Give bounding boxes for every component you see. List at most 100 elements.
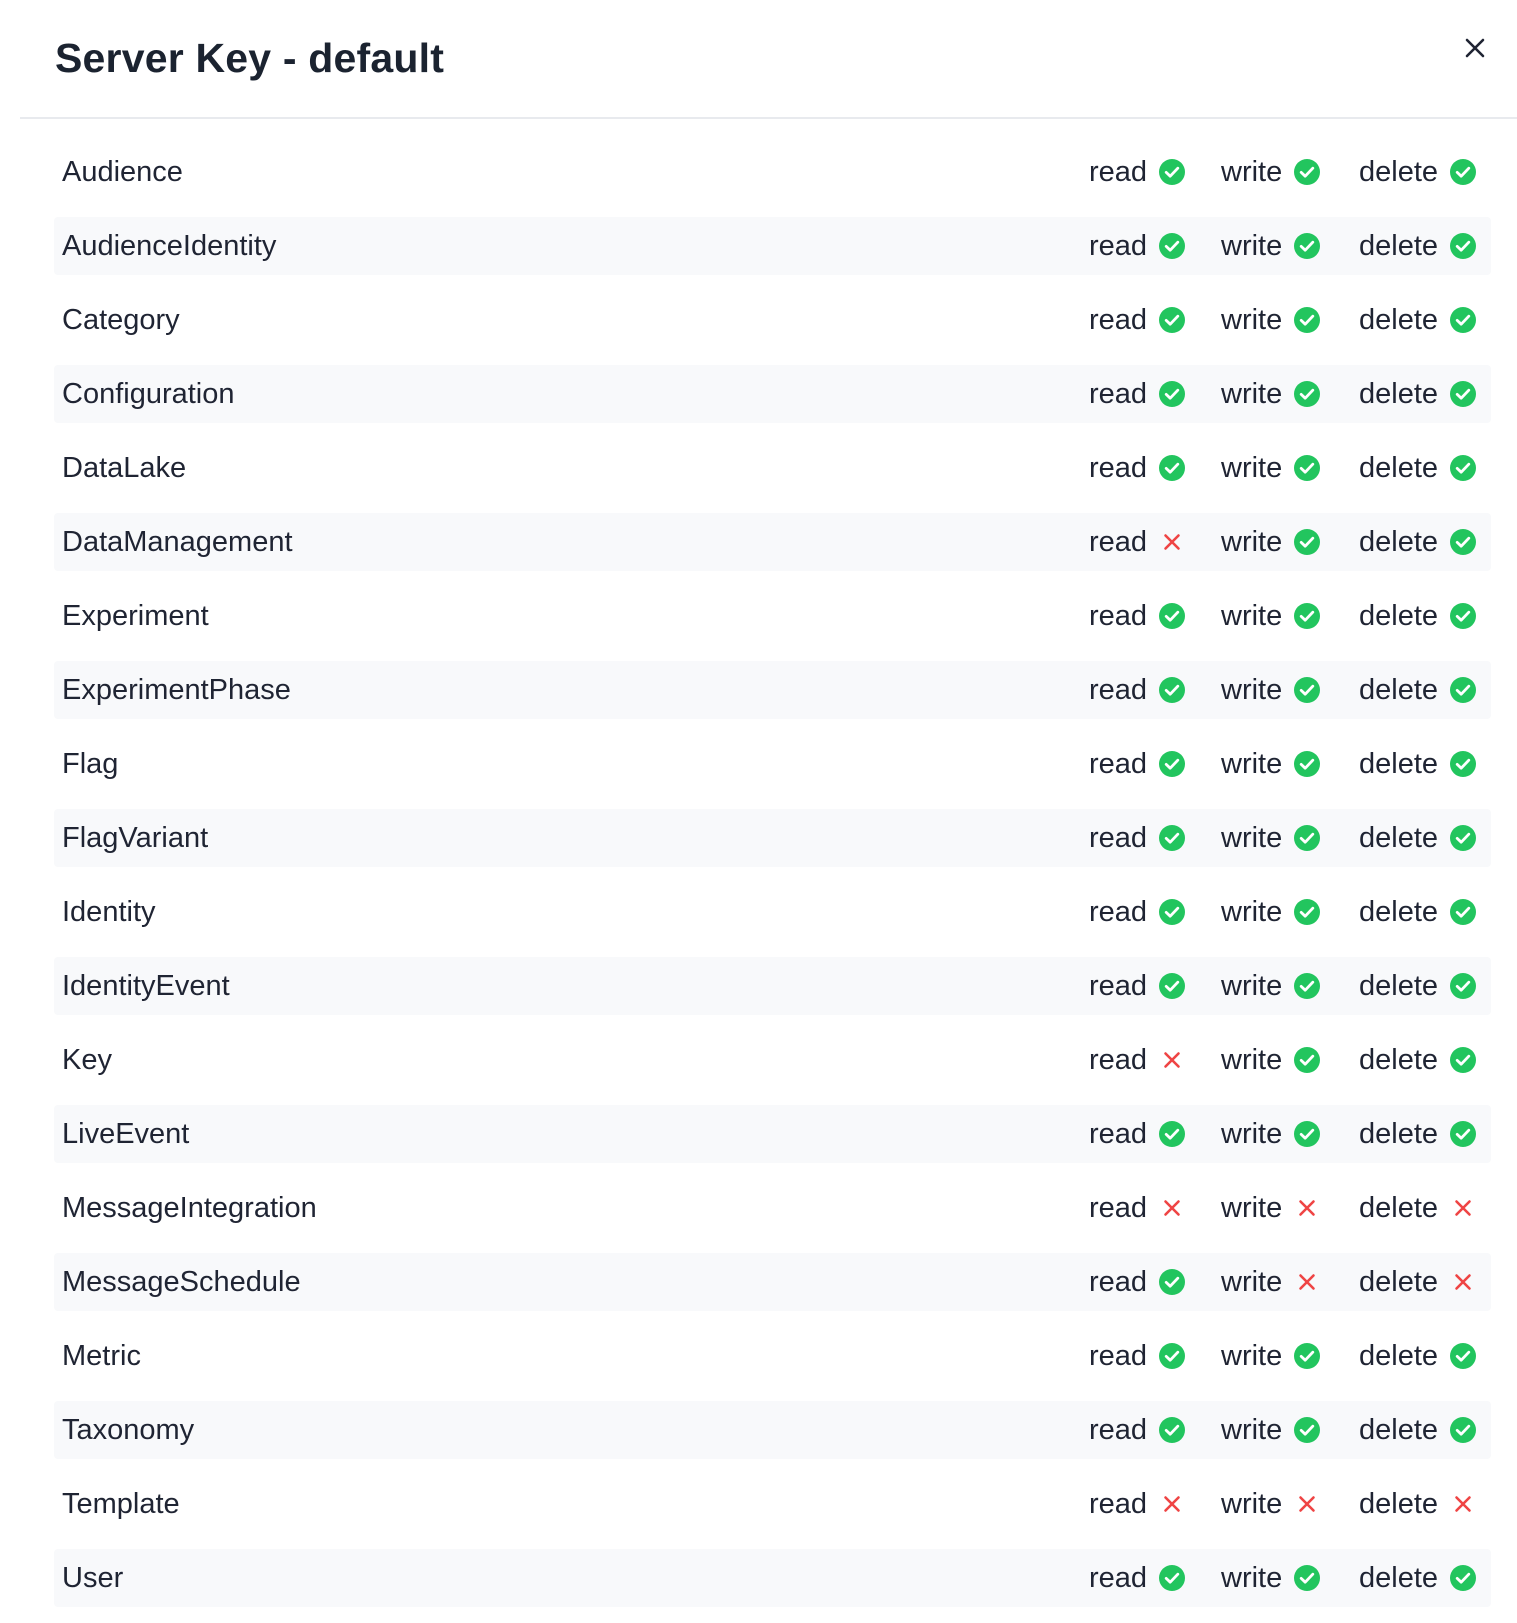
read-label: read bbox=[1089, 1488, 1148, 1520]
resource-name: Experiment bbox=[62, 600, 209, 632]
check-circle-icon bbox=[1158, 898, 1186, 926]
check-circle-icon bbox=[1449, 306, 1477, 334]
read-label: read bbox=[1089, 304, 1148, 336]
delete-permission: delete bbox=[1359, 1179, 1477, 1237]
write-label: write bbox=[1221, 970, 1283, 1002]
read-permission: read bbox=[1089, 1327, 1186, 1385]
delete-label: delete bbox=[1359, 378, 1439, 410]
check-circle-icon bbox=[1449, 898, 1477, 926]
write-permission: write bbox=[1221, 1031, 1321, 1089]
check-circle-icon bbox=[1449, 232, 1477, 260]
delete-label: delete bbox=[1359, 674, 1439, 706]
write-permission: write bbox=[1221, 587, 1321, 645]
read-label: read bbox=[1089, 378, 1148, 410]
delete-permission: delete bbox=[1359, 1401, 1477, 1459]
check-circle-icon bbox=[1158, 454, 1186, 482]
check-circle-icon bbox=[1449, 1416, 1477, 1444]
check-circle-icon bbox=[1293, 602, 1321, 630]
check-circle-icon bbox=[1449, 1564, 1477, 1592]
close-button[interactable] bbox=[1455, 28, 1495, 68]
check-circle-icon bbox=[1449, 676, 1477, 704]
delete-label: delete bbox=[1359, 526, 1439, 558]
cross-icon bbox=[1158, 1194, 1186, 1222]
write-label: write bbox=[1221, 600, 1283, 632]
delete-label: delete bbox=[1359, 970, 1439, 1002]
read-label: read bbox=[1089, 1562, 1148, 1594]
read-label: read bbox=[1089, 600, 1148, 632]
resource-name: User bbox=[62, 1562, 124, 1594]
resource-name: LiveEvent bbox=[62, 1118, 190, 1150]
resource-name: IdentityEvent bbox=[62, 970, 230, 1002]
delete-permission: delete bbox=[1359, 513, 1477, 571]
cross-icon bbox=[1158, 1490, 1186, 1518]
read-label: read bbox=[1089, 1266, 1148, 1298]
write-permission: write bbox=[1221, 1475, 1321, 1533]
write-label: write bbox=[1221, 1414, 1283, 1446]
delete-permission: delete bbox=[1359, 1031, 1477, 1089]
delete-permission: delete bbox=[1359, 291, 1477, 349]
delete-permission: delete bbox=[1359, 735, 1477, 793]
read-label: read bbox=[1089, 452, 1148, 484]
check-circle-icon bbox=[1449, 380, 1477, 408]
permission-row-taxonomy: Taxonomy read write delete bbox=[54, 1401, 1491, 1459]
read-permission: read bbox=[1089, 291, 1186, 349]
check-circle-icon bbox=[1449, 750, 1477, 778]
check-circle-icon bbox=[1293, 306, 1321, 334]
write-permission: write bbox=[1221, 439, 1321, 497]
read-permission: read bbox=[1089, 513, 1186, 571]
check-circle-icon bbox=[1293, 454, 1321, 482]
read-permission: read bbox=[1089, 809, 1186, 867]
check-circle-icon bbox=[1158, 1268, 1186, 1296]
check-circle-icon bbox=[1293, 528, 1321, 556]
delete-permission: delete bbox=[1359, 439, 1477, 497]
cross-icon bbox=[1293, 1268, 1321, 1296]
write-permission: write bbox=[1221, 1253, 1321, 1311]
read-permission: read bbox=[1089, 661, 1186, 719]
read-label: read bbox=[1089, 674, 1148, 706]
write-label: write bbox=[1221, 748, 1283, 780]
read-permission: read bbox=[1089, 1549, 1186, 1607]
delete-label: delete bbox=[1359, 156, 1439, 188]
read-label: read bbox=[1089, 230, 1148, 262]
read-label: read bbox=[1089, 970, 1148, 1002]
check-circle-icon bbox=[1449, 1046, 1477, 1074]
check-circle-icon bbox=[1449, 1342, 1477, 1370]
write-permission: write bbox=[1221, 1105, 1321, 1163]
read-label: read bbox=[1089, 896, 1148, 928]
permission-row-identity: Identity read write delete bbox=[54, 883, 1491, 941]
delete-label: delete bbox=[1359, 748, 1439, 780]
check-circle-icon bbox=[1293, 1046, 1321, 1074]
resource-name: Identity bbox=[62, 896, 156, 928]
delete-permission: delete bbox=[1359, 1253, 1477, 1311]
delete-label: delete bbox=[1359, 230, 1439, 262]
delete-permission: delete bbox=[1359, 1327, 1477, 1385]
write-permission: write bbox=[1221, 809, 1321, 867]
read-permission: read bbox=[1089, 143, 1186, 201]
check-circle-icon bbox=[1293, 1416, 1321, 1444]
write-permission: write bbox=[1221, 1327, 1321, 1385]
delete-label: delete bbox=[1359, 1488, 1439, 1520]
permission-row-audienceidentity: AudienceIdentity read write delete bbox=[54, 217, 1491, 275]
check-circle-icon bbox=[1158, 676, 1186, 704]
permission-row-datamanagement: DataManagement read write delete bbox=[54, 513, 1491, 571]
resource-name: Template bbox=[62, 1488, 180, 1520]
read-label: read bbox=[1089, 822, 1148, 854]
delete-label: delete bbox=[1359, 452, 1439, 484]
write-permission: write bbox=[1221, 365, 1321, 423]
resource-name: Configuration bbox=[62, 378, 235, 410]
cross-icon bbox=[1293, 1194, 1321, 1222]
delete-permission: delete bbox=[1359, 1475, 1477, 1533]
permission-row-experiment: Experiment read write delete bbox=[54, 587, 1491, 645]
write-label: write bbox=[1221, 674, 1283, 706]
delete-label: delete bbox=[1359, 600, 1439, 632]
check-circle-icon bbox=[1158, 750, 1186, 778]
check-circle-icon bbox=[1293, 676, 1321, 704]
permission-row-metric: Metric read write delete bbox=[54, 1327, 1491, 1385]
check-circle-icon bbox=[1158, 1416, 1186, 1444]
cross-icon bbox=[1158, 528, 1186, 556]
check-circle-icon bbox=[1293, 1342, 1321, 1370]
write-label: write bbox=[1221, 526, 1283, 558]
permission-row-flag: Flag read write delete bbox=[54, 735, 1491, 793]
delete-label: delete bbox=[1359, 1562, 1439, 1594]
write-label: write bbox=[1221, 1266, 1283, 1298]
